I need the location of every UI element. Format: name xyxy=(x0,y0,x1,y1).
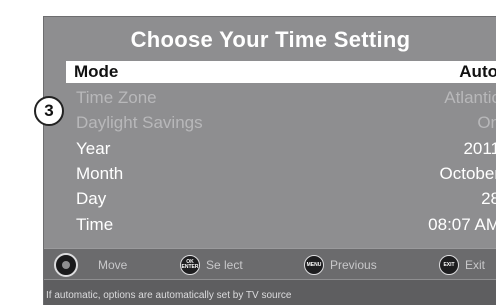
menu-title: Choose Your Time Setting xyxy=(130,27,411,52)
hint-previous: MENU Previous xyxy=(304,249,377,280)
menu-row-time-zone[interactable]: Time Zone Atlantic xyxy=(70,87,496,109)
hint-move: Move xyxy=(54,249,127,280)
menu-row-daylight-savings[interactable]: Daylight Savings On xyxy=(70,112,496,134)
menu-row-day[interactable]: Day 28 xyxy=(70,188,496,210)
ok-icon-bottom: ENTER xyxy=(181,263,199,270)
menu-row-value: On xyxy=(477,113,496,132)
menu-button-icon: MENU xyxy=(304,254,324,275)
callout-number-badge: 3 xyxy=(34,96,64,126)
menu-row-label: Time xyxy=(76,215,114,234)
menu-row-label: Month xyxy=(76,164,124,183)
menu-row-value: 28 xyxy=(481,189,496,208)
menu-row-label: Day xyxy=(76,189,107,208)
hint-previous-label: Previous xyxy=(330,257,377,272)
status-message-bar: If automatic, options are automatically … xyxy=(44,280,496,305)
menu-row-label: Year xyxy=(76,139,111,158)
hint-exit-label: Exit xyxy=(465,257,486,272)
menu-row-year[interactable]: Year 2011 xyxy=(70,138,496,160)
button-hints-bar: Move OK ENTER Se lect MENU Previous EXIT… xyxy=(44,248,496,279)
menu-row-month[interactable]: Month October xyxy=(70,163,496,185)
menu-row-label: Daylight Savings xyxy=(76,113,203,132)
hint-move-label: Move xyxy=(98,257,128,272)
ok-enter-icon: OK ENTER xyxy=(180,254,200,275)
menu-row-mode[interactable]: Mode Auto xyxy=(66,61,496,83)
status-message: If automatic, options are automatically … xyxy=(46,290,292,301)
menu-row-time[interactable]: Time 08:07 AM xyxy=(70,214,496,236)
menu-row-value: 2011 xyxy=(463,139,496,158)
menu-row-value: Auto xyxy=(459,62,496,81)
tv-settings-panel: Choose Your Time Setting Mode Auto Time … xyxy=(43,16,496,305)
menu-row-value: Atlantic xyxy=(444,88,496,107)
menu-row-value: October xyxy=(439,164,496,183)
dpad-icon xyxy=(54,252,78,277)
menu-row-label: Mode xyxy=(74,62,119,81)
exit-icon-text: EXIT xyxy=(443,261,455,268)
hint-exit: EXIT Exit xyxy=(439,249,485,280)
hint-select: OK ENTER Se lect xyxy=(180,249,243,280)
hint-select-label: Se lect xyxy=(206,257,243,272)
exit-button-icon: EXIT xyxy=(439,254,459,275)
menu-row-value: 08:07 AM xyxy=(428,215,496,234)
menu-icon-text: MENU xyxy=(306,261,322,268)
menu-row-label: Time Zone xyxy=(76,88,157,107)
